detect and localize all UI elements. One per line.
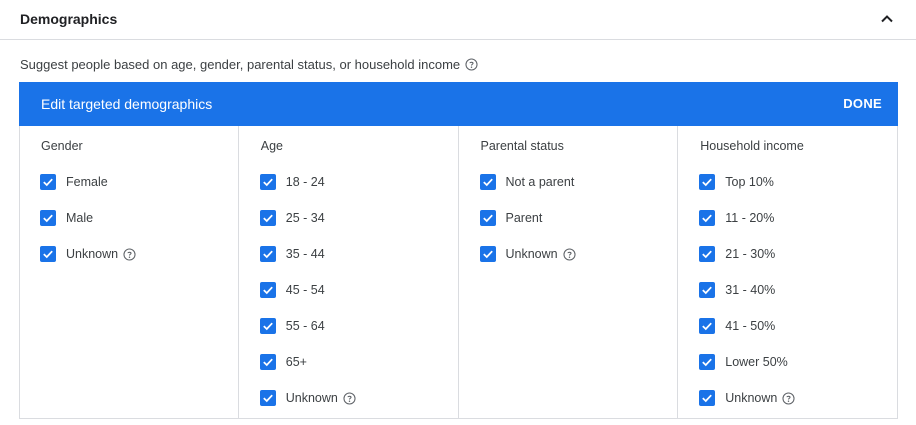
- option-household-income-21-30[interactable]: 21 - 30%: [699, 246, 775, 262]
- column-household-income: Household income Top 10% 11 - 20% 21 - 30% 3…: [678, 126, 898, 419]
- checkbox-checked-icon[interactable]: [699, 210, 716, 226]
- checkbox-checked-icon[interactable]: [699, 174, 716, 190]
- option-label: 55 - 64: [285, 319, 325, 333]
- chevron-up-icon[interactable]: [880, 12, 894, 26]
- option-label: 21 - 30%: [725, 247, 776, 261]
- checkbox-checked-icon[interactable]: [479, 210, 496, 226]
- option-label: 35 - 44: [285, 247, 325, 261]
- option-household-income-top-10[interactable]: Top 10%: [699, 174, 774, 190]
- column-title: Household income: [700, 139, 804, 153]
- checkbox-checked-icon[interactable]: [259, 282, 276, 298]
- column-title: Gender: [41, 139, 83, 153]
- option-age-65[interactable]: 65+: [259, 354, 307, 370]
- demographic-columns: Gender Female Male Unknown Age 18 - 24 25 - 34…: [19, 126, 898, 419]
- option-label: 41 - 50%: [725, 319, 776, 333]
- option-gender-male[interactable]: Male: [40, 210, 93, 226]
- option-label: Unknown: [66, 247, 119, 261]
- option-household-income-41-50[interactable]: 41 - 50%: [699, 318, 775, 334]
- option-parental-status-parent[interactable]: Parent: [479, 210, 543, 226]
- option-household-income-unknown[interactable]: Unknown: [699, 390, 795, 406]
- option-label: Lower 50%: [725, 355, 788, 369]
- column-gender: Gender Female Male Unknown: [19, 126, 239, 419]
- option-age-35-44[interactable]: 35 - 44: [259, 246, 325, 262]
- checkbox-checked-icon[interactable]: [479, 174, 496, 190]
- help-circle-icon[interactable]: [123, 247, 136, 261]
- checkbox-checked-icon[interactable]: [259, 174, 276, 190]
- checkbox-checked-icon[interactable]: [259, 354, 276, 370]
- option-age-45-54[interactable]: 45 - 54: [259, 282, 325, 298]
- option-label: 18 - 24: [285, 175, 325, 189]
- checkbox-checked-icon[interactable]: [40, 210, 56, 226]
- option-label: Unknown: [285, 391, 338, 405]
- column-title: Age: [260, 139, 283, 153]
- checkbox-checked-icon[interactable]: [259, 390, 276, 406]
- checkbox-checked-icon[interactable]: [699, 282, 716, 298]
- description-text: Suggest people based on age, gender, par…: [20, 57, 461, 72]
- column-age: Age 18 - 24 25 - 34 35 - 44 45 - 54 55 - 64 65…: [239, 126, 459, 419]
- column-parental-status: Parental status Not a parent Parent Unknown: [459, 126, 679, 419]
- editor-header-bar: Edit targeted demographics DONE: [19, 82, 898, 126]
- option-label: Female: [66, 175, 108, 189]
- option-household-income-11-20[interactable]: 11 - 20%: [699, 210, 774, 226]
- checkbox-checked-icon[interactable]: [699, 390, 716, 406]
- option-label: Top 10%: [725, 175, 774, 189]
- checkbox-checked-icon[interactable]: [699, 354, 716, 370]
- done-button[interactable]: DONE: [843, 96, 882, 111]
- option-label: Parent: [505, 211, 543, 225]
- option-label: 45 - 54: [285, 283, 325, 297]
- checkbox-checked-icon[interactable]: [699, 246, 716, 262]
- option-gender-female[interactable]: Female: [40, 174, 108, 190]
- section-header[interactable]: Demographics: [0, 0, 916, 40]
- checkbox-checked-icon[interactable]: [699, 318, 716, 334]
- option-household-income-31-40[interactable]: 31 - 40%: [699, 282, 775, 298]
- option-label: Unknown: [505, 247, 558, 261]
- help-circle-icon[interactable]: [465, 58, 478, 71]
- option-parental-status-unknown[interactable]: Unknown: [479, 246, 576, 262]
- checkbox-checked-icon[interactable]: [479, 246, 496, 262]
- column-title: Parental status: [480, 139, 564, 153]
- checkbox-checked-icon[interactable]: [259, 318, 276, 334]
- option-gender-unknown[interactable]: Unknown: [40, 246, 136, 262]
- option-household-income-lower-50[interactable]: Lower 50%: [699, 354, 788, 370]
- checkbox-checked-icon[interactable]: [40, 174, 56, 190]
- checkbox-checked-icon[interactable]: [259, 246, 276, 262]
- help-circle-icon[interactable]: [782, 391, 795, 405]
- section-title: Demographics: [20, 11, 118, 27]
- option-label: 65+: [285, 355, 307, 369]
- option-age-18-24[interactable]: 18 - 24: [259, 174, 325, 190]
- section-description: Suggest people based on age, gender, par…: [20, 57, 478, 72]
- option-parental-status-not-a-parent[interactable]: Not a parent: [479, 174, 575, 190]
- checkbox-checked-icon[interactable]: [40, 246, 56, 262]
- help-circle-icon[interactable]: [343, 391, 356, 405]
- option-label: 25 - 34: [285, 211, 325, 225]
- option-label: 31 - 40%: [725, 283, 776, 297]
- option-label: 11 - 20%: [725, 211, 775, 225]
- option-label: Not a parent: [505, 175, 575, 189]
- option-label: Unknown: [725, 391, 778, 405]
- option-age-25-34[interactable]: 25 - 34: [259, 210, 325, 226]
- option-age-55-64[interactable]: 55 - 64: [259, 318, 325, 334]
- option-label: Male: [66, 211, 94, 225]
- checkbox-checked-icon[interactable]: [259, 210, 276, 226]
- help-circle-icon[interactable]: [563, 247, 576, 261]
- option-age-unknown[interactable]: Unknown: [259, 390, 356, 406]
- editor-title: Edit targeted demographics: [41, 96, 213, 112]
